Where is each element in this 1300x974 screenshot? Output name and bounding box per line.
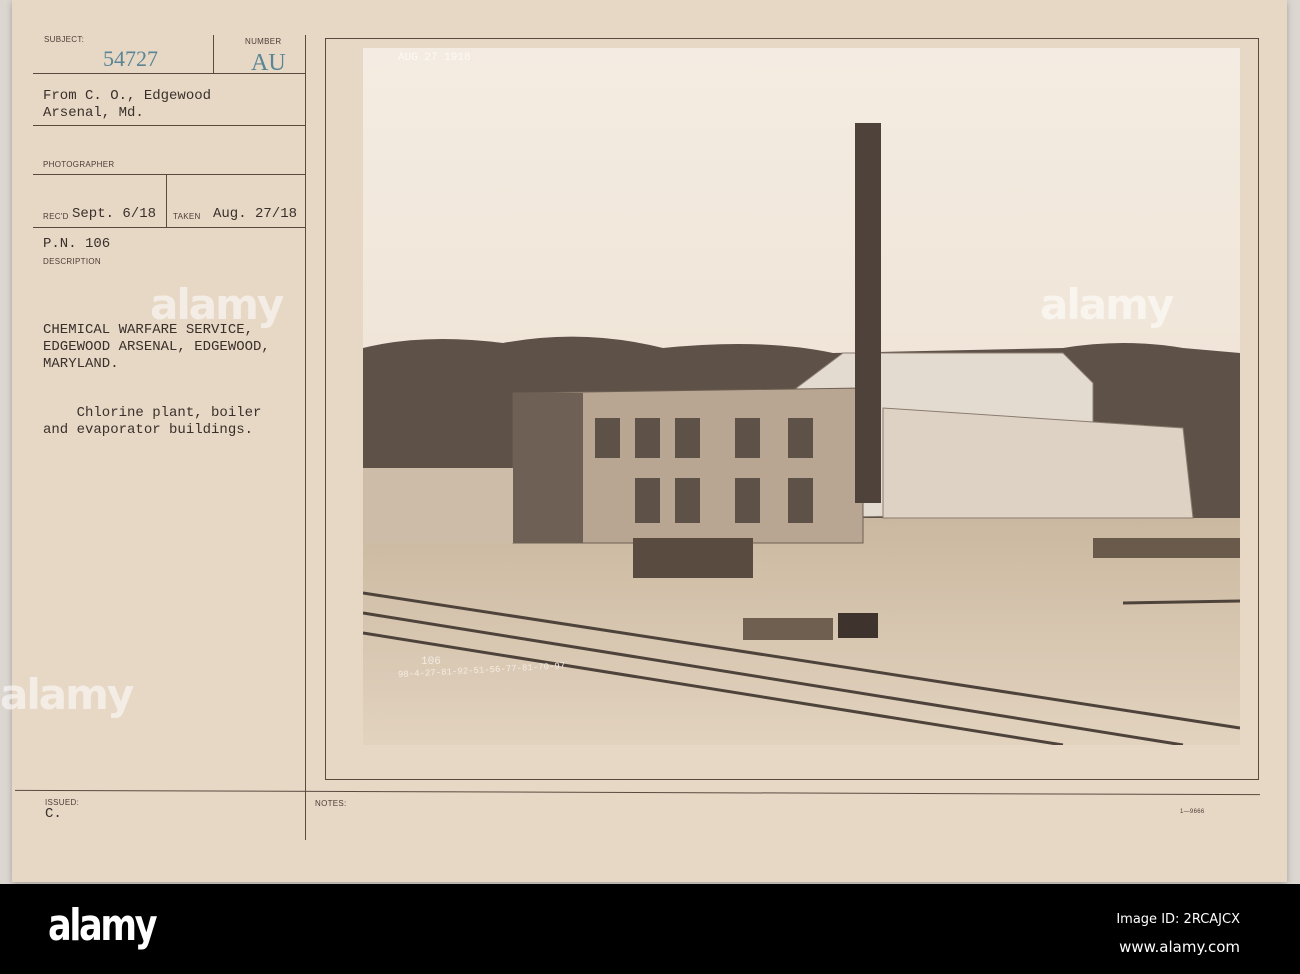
divider [33,125,305,126]
recd-value: Sept. 6/18 [72,206,157,222]
chlorine-plant-photo [362,48,1241,747]
subject-label: SUBJECT: [44,35,85,44]
date-divider [166,175,167,227]
site-url[interactable]: www.alamy.com [1119,938,1240,956]
watermark: alamy [0,670,134,719]
notes-label: NOTES: [315,799,347,808]
watermark: alamy [1040,280,1174,329]
form-number: 1—9666 [1180,809,1205,815]
subject-divider [213,35,214,73]
divider [33,227,305,228]
pn-text: P.N. 106 [43,236,111,252]
alamy-logo: alamy [48,900,158,951]
footer-band [0,884,1300,974]
from-text: From C. O., Edgewood Arsenal, Md. [43,88,212,121]
taken-value: Aug. 27/18 [213,206,298,222]
divider [33,174,305,175]
description-body: Chlorine plant, boiler and evaporator bu… [43,405,262,438]
recd-label: REC'D [43,212,69,221]
taken-label: TAKEN [173,212,201,221]
date-stamp: AUG 27 1918 [398,52,471,64]
negative-number: 106 [421,656,441,668]
description-label: DESCRIPTION [43,257,101,266]
number-label: NUMBER [245,37,282,46]
photograph: AUG 27 1918 106 98-4-27-81-92-51-56-77-8… [362,48,1241,747]
description-heading: CHEMICAL WARFARE SERVICE, EDGEWOOD ARSEN… [43,322,270,372]
photographer-label: PHOTOGRAPHER [43,160,115,169]
column-divider [305,35,306,840]
watermark: alamy [150,280,284,329]
number-value: AU [251,50,286,76]
subject-number: 54727 [103,46,158,71]
image-id: Image ID: 2RCAJCX [1116,912,1240,927]
issued-value: C. [45,806,62,822]
